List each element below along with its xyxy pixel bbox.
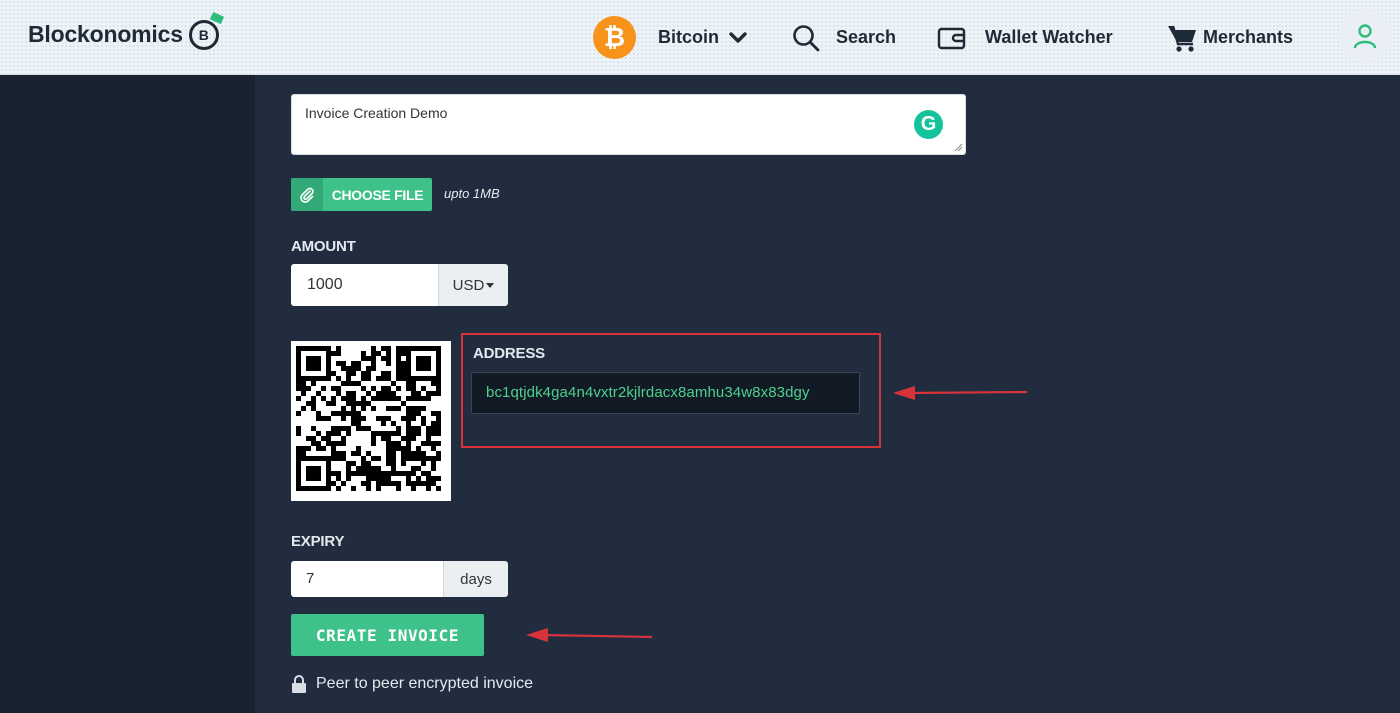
qr-code bbox=[291, 341, 451, 501]
expiry-input[interactable]: 7 bbox=[291, 561, 444, 597]
amount-input[interactable]: 1000 bbox=[291, 264, 439, 306]
brand[interactable]: Blockonomics B bbox=[28, 11, 224, 52]
description-textarea[interactable]: Invoice Creation Demo G bbox=[291, 94, 966, 155]
expiry-unit: days bbox=[443, 561, 508, 597]
coin-selector[interactable]: Bitcoin bbox=[658, 0, 747, 75]
sidebar bbox=[0, 75, 255, 713]
annotation-arrow-icon-2 bbox=[526, 628, 653, 642]
file-size-note: upto 1MB bbox=[444, 186, 500, 201]
address-field[interactable]: bc1qtjdk4ga4n4vxtr2kjlrdacx8amhu34w8x83d… bbox=[471, 372, 860, 414]
brand-logo-icon: B bbox=[188, 11, 224, 52]
user-account-button[interactable] bbox=[1338, 9, 1392, 63]
chevron-down-icon bbox=[729, 31, 747, 43]
cart-icon bbox=[1168, 25, 1196, 52]
top-navbar: Blockonomics B ₿ Bitcoin Search Wallet W… bbox=[0, 0, 1400, 75]
nav-wallet-label: Wallet Watcher bbox=[985, 27, 1113, 47]
grammarly-icon[interactable]: G bbox=[914, 110, 943, 139]
description-value: Invoice Creation Demo bbox=[305, 105, 448, 121]
secure-note: Peer to peer encrypted invoice bbox=[291, 675, 533, 693]
amount-label: AMOUNT bbox=[291, 238, 356, 255]
wallet-icon bbox=[937, 27, 966, 49]
create-invoice-button[interactable]: CREATE INVOICE bbox=[291, 614, 484, 656]
search-icon bbox=[793, 24, 820, 51]
nav-merchants[interactable]: Merchants bbox=[1167, 0, 1293, 75]
user-icon bbox=[1353, 24, 1377, 49]
secure-note-text: Peer to peer encrypted invoice bbox=[316, 675, 534, 692]
paperclip-icon bbox=[291, 178, 323, 211]
choose-file-button[interactable]: CHOOSE FILE bbox=[291, 178, 432, 211]
bitcoin-icon: ₿ bbox=[593, 16, 636, 59]
lock-icon bbox=[292, 675, 306, 693]
nav-search-label: Search bbox=[836, 27, 897, 47]
currency-value: USD bbox=[452, 276, 485, 294]
brand-logo-letter: B bbox=[188, 20, 219, 50]
brand-name: Blockonomics bbox=[28, 20, 183, 47]
nav-wallet-watcher[interactable]: Wallet Watcher bbox=[937, 0, 1113, 75]
resize-handle-icon[interactable] bbox=[954, 143, 963, 152]
choose-file-label: CHOOSE FILE bbox=[331, 186, 424, 203]
annotation-arrow-icon bbox=[893, 386, 1028, 400]
expiry-label: EXPIRY bbox=[291, 533, 345, 550]
nav-search[interactable]: Search bbox=[792, 0, 896, 75]
coin-selector-label: Bitcoin bbox=[658, 27, 719, 47]
address-label: ADDRESS bbox=[473, 345, 545, 362]
caret-down-icon bbox=[486, 282, 495, 288]
currency-dropdown[interactable]: USD bbox=[438, 264, 508, 306]
bitcoin-nav-icon[interactable]: ₿ bbox=[593, 0, 636, 75]
nav-merchants-label: Merchants bbox=[1203, 27, 1294, 47]
